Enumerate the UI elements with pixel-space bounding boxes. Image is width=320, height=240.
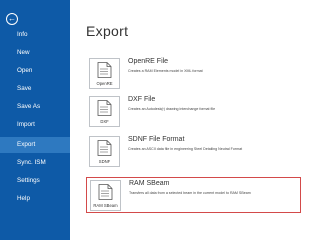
export-ram-sbeam-option[interactable]: RAM SBeam RAM SBeam Transfers all data f… bbox=[86, 177, 301, 213]
item-title: SDNF File Format bbox=[128, 136, 185, 143]
back-arrow-icon[interactable]: ← bbox=[6, 13, 18, 25]
export-openre-option[interactable]: OpenRE OpenRE File Creates a RAM Element… bbox=[86, 56, 301, 92]
sidebar-item-save-as[interactable]: Save As bbox=[0, 99, 70, 115]
item-description: Creates an ASCII data file in engineerin… bbox=[128, 147, 243, 151]
sdnf-icon-button[interactable]: SDNF bbox=[89, 136, 120, 167]
sidebar-item-save[interactable]: Save bbox=[0, 81, 70, 97]
icon-label: RAM SBeam bbox=[93, 203, 118, 208]
sidebar-item-sync-ism[interactable]: Sync. ISM bbox=[0, 155, 70, 171]
icon-label: OpenRE bbox=[96, 81, 113, 86]
sidebar-item-import[interactable]: Import bbox=[0, 117, 70, 133]
document-icon bbox=[97, 100, 112, 116]
sidebar-item-new[interactable]: New bbox=[0, 45, 70, 61]
sidebar-item-help[interactable]: Help bbox=[0, 191, 70, 207]
item-description: Creates an Autodesk(r) drawing interchan… bbox=[128, 107, 216, 111]
item-title: DXF File bbox=[128, 96, 156, 103]
sidebar-item-settings[interactable]: Settings bbox=[0, 173, 70, 189]
export-sdnf-option[interactable]: SDNF SDNF File Format Creates an ASCII d… bbox=[86, 134, 301, 170]
sidebar-item-export[interactable]: Export bbox=[0, 137, 70, 153]
sidebar-item-open[interactable]: Open bbox=[0, 63, 70, 79]
export-panel: Export OpenRE OpenRE File Creates a RAM … bbox=[70, 0, 301, 240]
item-description: Creates a RAM Elements model in XML form… bbox=[128, 69, 203, 73]
sidebar-item-info[interactable]: Info bbox=[0, 27, 70, 43]
export-dxf-option[interactable]: DXF DXF File Creates an Autodesk(r) draw… bbox=[86, 94, 301, 130]
page-title: Export bbox=[86, 23, 129, 39]
item-title: OpenRE File bbox=[128, 58, 169, 65]
openre-icon-button[interactable]: OpenRE bbox=[89, 58, 120, 89]
dxf-icon-button[interactable]: DXF bbox=[89, 96, 120, 127]
item-description: Transfers all data from a selected beam … bbox=[129, 191, 251, 195]
backstage-sidebar: ← Info New Open Save Save As Import Expo… bbox=[0, 0, 70, 240]
icon-label: DXF bbox=[100, 119, 109, 124]
app-window: ← Info New Open Save Save As Import Expo… bbox=[0, 0, 301, 240]
document-icon bbox=[97, 140, 112, 156]
ram-sbeam-icon-button[interactable]: RAM SBeam bbox=[90, 180, 121, 211]
document-icon bbox=[97, 62, 112, 78]
document-icon bbox=[98, 184, 113, 200]
icon-label: SDNF bbox=[98, 159, 111, 164]
item-title: RAM SBeam bbox=[129, 180, 170, 187]
